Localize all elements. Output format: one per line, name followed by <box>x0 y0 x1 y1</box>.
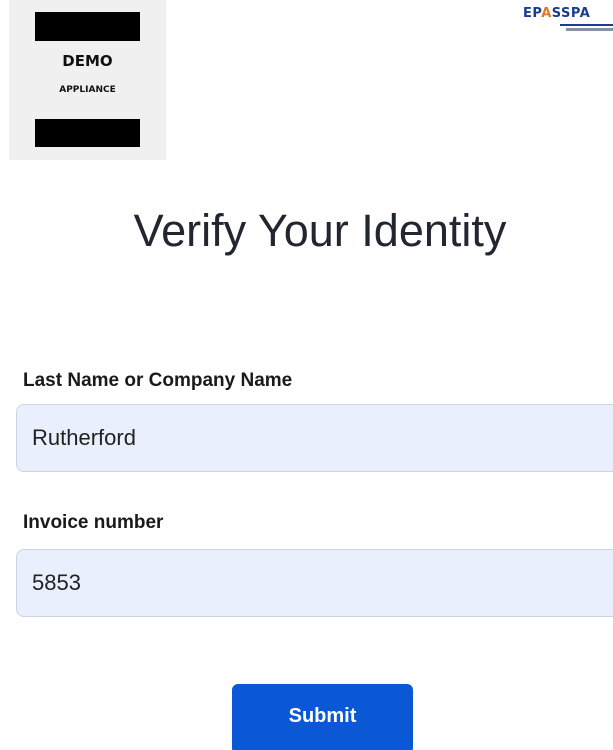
invoice-number-input[interactable] <box>16 549 613 617</box>
last-name-label: Last Name or Company Name <box>23 370 293 391</box>
brand-underline <box>560 24 613 26</box>
brand-tagline-mark <box>566 28 613 31</box>
verify-identity-page: DEMO APPLIANCE EPASSPA Verify Your Ident… <box>0 0 613 750</box>
logo-text-demo: DEMO <box>62 52 113 70</box>
logo-text-appliance: APPLIANCE <box>59 85 116 95</box>
invoice-number-label: Invoice number <box>23 512 164 533</box>
demo-appliance-logo: DEMO APPLIANCE <box>9 0 166 160</box>
brand-text-accent: A <box>541 6 552 21</box>
epasspay-brand-logo: EPASSPA <box>523 6 590 21</box>
logo-redaction-bar-bottom <box>35 119 140 147</box>
logo-redaction-bar-top <box>35 12 140 41</box>
submit-button[interactable]: Submit <box>232 684 413 750</box>
last-name-input[interactable] <box>16 404 613 472</box>
page-title: Verify Your Identity <box>133 205 507 256</box>
brand-text-suffix: SSPA <box>551 6 591 21</box>
brand-text-prefix: EP <box>523 6 542 21</box>
